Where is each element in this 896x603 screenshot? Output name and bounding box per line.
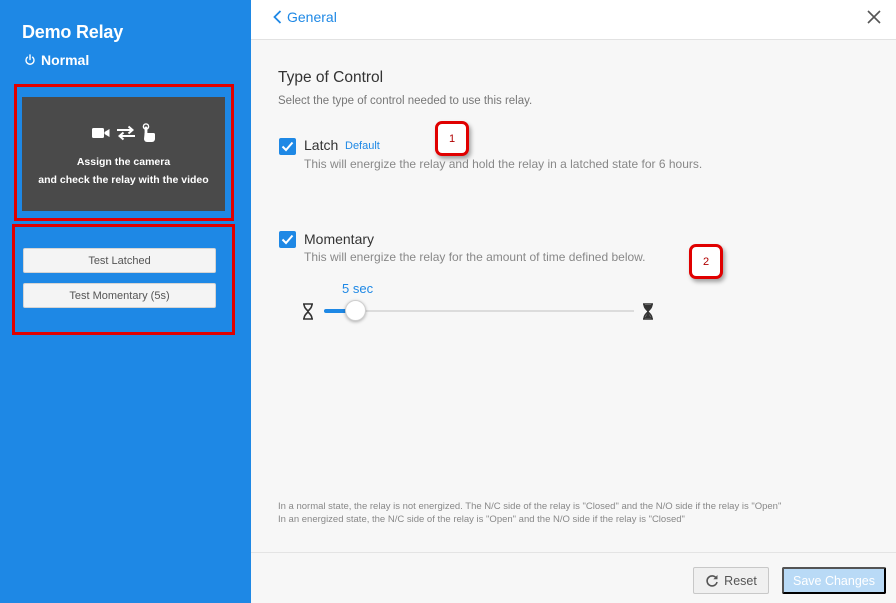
- status-label: Normal: [41, 52, 90, 68]
- device-status: Normal: [24, 52, 89, 68]
- device-title: Demo Relay: [22, 22, 124, 42]
- section-subtitle: Select the type of control needed to use…: [278, 95, 533, 107]
- section-title: Type of Control: [278, 69, 384, 86]
- reset-button[interactable]: Reset: [693, 567, 769, 594]
- annotation-box-test-buttons: [12, 224, 235, 335]
- reset-label: Reset: [724, 573, 757, 588]
- power-icon: [25, 54, 35, 65]
- save-changes-button[interactable]: Save Changes: [782, 567, 886, 594]
- latch-label: Latch: [304, 137, 339, 153]
- close-icon[interactable]: [866, 9, 882, 25]
- annotation-callout-2: 2: [689, 244, 723, 279]
- back-label: General: [287, 9, 337, 25]
- latch-checkbox[interactable]: [279, 138, 296, 155]
- hourglass-empty-icon: [303, 303, 313, 320]
- momentary-checkbox[interactable]: [279, 231, 296, 248]
- duration-slider-track[interactable]: [324, 310, 634, 312]
- back-to-general-link[interactable]: General: [273, 9, 337, 25]
- duration-slider-thumb[interactable]: [344, 300, 366, 321]
- footer-bar: Reset Save Changes: [251, 552, 896, 603]
- annotation-box-camera: [14, 84, 234, 221]
- momentary-description: This will energize the relay for the amo…: [304, 250, 646, 264]
- top-bar: General: [251, 0, 896, 40]
- normal-state-note: In a normal state, the relay is not ener…: [278, 501, 782, 512]
- refresh-icon: [706, 574, 718, 587]
- chevron-left-icon: [273, 10, 282, 24]
- duration-value: 5 sec: [342, 281, 374, 296]
- test-latched-button[interactable]: Test Latched: [23, 248, 216, 273]
- energized-state-note: In an energized state, the N/C side of t…: [278, 514, 685, 525]
- test-momentary-button[interactable]: Test Momentary (5s): [23, 283, 216, 308]
- latch-description: This will energize the relay and hold th…: [304, 157, 703, 171]
- checkmark-icon: [281, 141, 294, 152]
- default-badge: Default: [345, 140, 380, 152]
- main-panel: General Type of Control Select the type …: [251, 0, 896, 603]
- annotation-callout-1: 1: [435, 121, 469, 156]
- momentary-label: Momentary: [304, 231, 375, 247]
- checkmark-icon: [281, 234, 294, 245]
- sidebar: Demo Relay Normal Assign the camera and …: [0, 0, 251, 603]
- hourglass-full-icon: [643, 303, 653, 320]
